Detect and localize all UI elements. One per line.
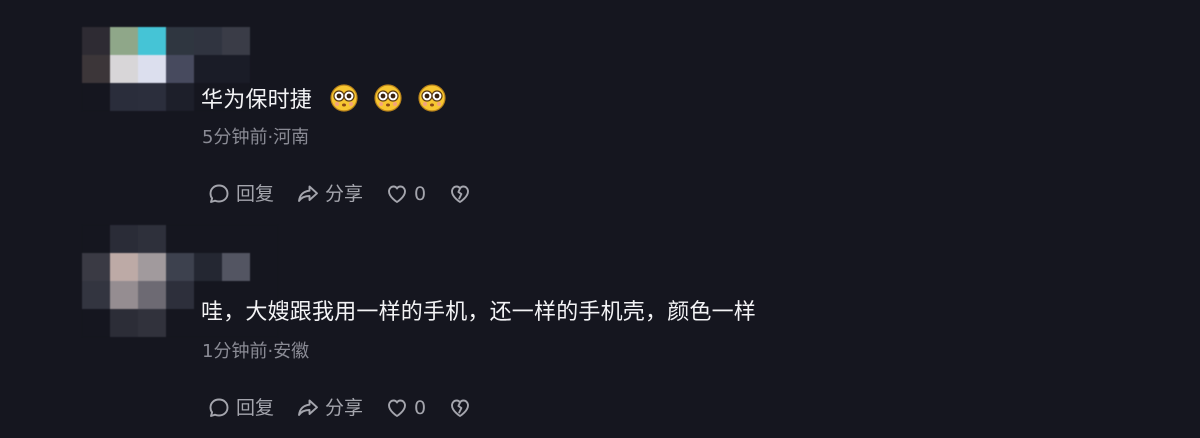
- eyes-face-icon: [418, 84, 446, 112]
- comment-item: 华为保时捷 5分钟前·河南 回复 分享 0: [0, 0, 1200, 219]
- dislike-button[interactable]: [448, 396, 472, 420]
- comment-bubble-icon: [209, 184, 229, 203]
- comment-text: 哇，大嫂跟我用一样的手机，还一样的手机壳，颜色一样: [201, 299, 756, 327]
- broken-heart-icon: [451, 185, 470, 203]
- reply-label: 回复: [236, 397, 275, 419]
- share-button[interactable]: 分享: [296, 396, 363, 420]
- comment-actions: 回复 分享 0: [207, 394, 472, 422]
- comment-actions: 回复 分享 0: [207, 180, 472, 208]
- dislike-button[interactable]: [448, 182, 472, 206]
- like-button[interactable]: 0: [385, 182, 426, 206]
- comment-list: 华为保时捷 5分钟前·河南 回复 分享 0 哇，大嫂跟我用一样的手机，还一样的手…: [0, 0, 1200, 438]
- comment-meta: 1分钟前·安徽: [202, 341, 310, 362]
- heart-icon: [388, 399, 406, 417]
- like-count: 0: [414, 183, 427, 205]
- like-count: 0: [414, 397, 427, 419]
- comment-bubble-icon: [209, 398, 229, 417]
- comment-body: 哇，大嫂跟我用一样的手机，还一样的手机壳，颜色一样: [201, 300, 757, 325]
- like-button[interactable]: 0: [385, 396, 426, 420]
- broken-heart-icon: [451, 399, 470, 417]
- reply-label: 回复: [236, 183, 275, 205]
- heart-icon: [388, 185, 406, 203]
- share-button[interactable]: 分享: [296, 182, 363, 206]
- comment-text: 华为保时捷: [201, 83, 457, 115]
- reply-button[interactable]: 回复: [207, 396, 274, 420]
- reply-button[interactable]: 回复: [207, 182, 274, 206]
- eyes-face-icon: [330, 84, 358, 112]
- comment-item: 哇，大嫂跟我用一样的手机，还一样的手机壳，颜色一样 1分钟前·安徽 回复 分享: [0, 219, 1200, 438]
- share-arrow-icon: [298, 185, 318, 202]
- share-label: 分享: [325, 397, 364, 419]
- eyes-face-icon: [374, 84, 402, 112]
- share-label: 分享: [325, 183, 364, 205]
- share-arrow-icon: [298, 399, 318, 416]
- comment-meta: 5分钟前·河南: [202, 127, 310, 148]
- comment-body: 华为保时捷: [201, 88, 313, 113]
